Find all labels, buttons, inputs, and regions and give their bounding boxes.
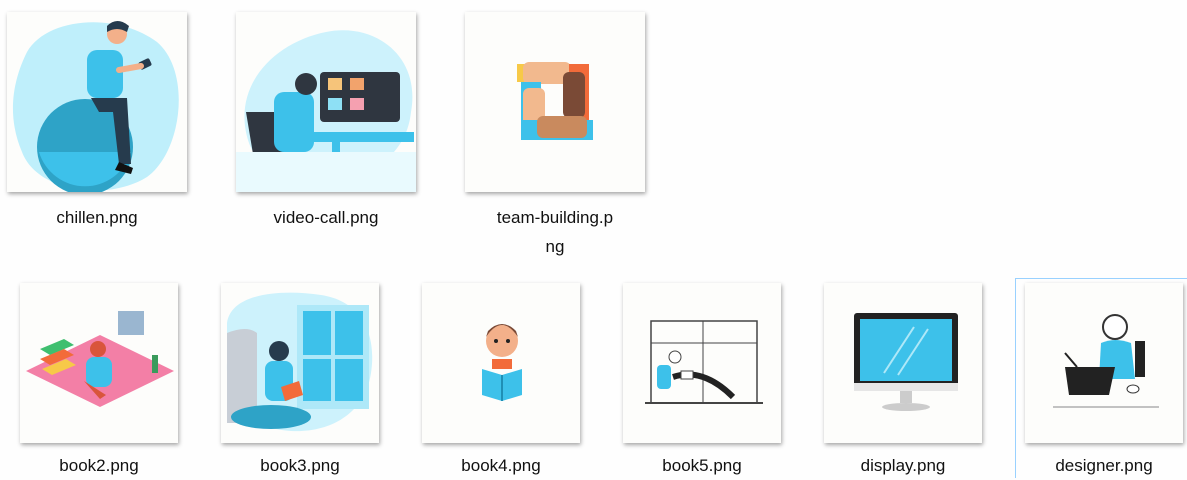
file-name-label: book4.png (461, 456, 541, 475)
book4-thumbnail[interactable] (422, 283, 580, 443)
file-name-label: designer.png (1055, 456, 1153, 475)
file-name-label: chillen.png (56, 208, 138, 227)
chillen-thumbnail[interactable] (7, 12, 187, 192)
video-call-thumbnail[interactable] (236, 12, 416, 192)
book5-thumbnail[interactable] (623, 283, 781, 443)
file-name-label: display.png (860, 456, 946, 475)
book2-thumbnail[interactable] (20, 283, 178, 443)
file-name-label: book2.png (59, 456, 139, 475)
file-name-label: book3.png (260, 456, 340, 475)
file-name-label: team-building.p (496, 208, 614, 227)
file-name-label: book5.png (662, 456, 742, 475)
file-name-label: video-call.png (273, 208, 379, 227)
display-thumbnail[interactable] (824, 283, 982, 443)
file-name-label-continued: ng (545, 237, 565, 256)
designer-thumbnail[interactable] (1025, 283, 1183, 443)
team-building-thumbnail[interactable] (465, 12, 645, 192)
book3-thumbnail[interactable] (221, 283, 379, 443)
